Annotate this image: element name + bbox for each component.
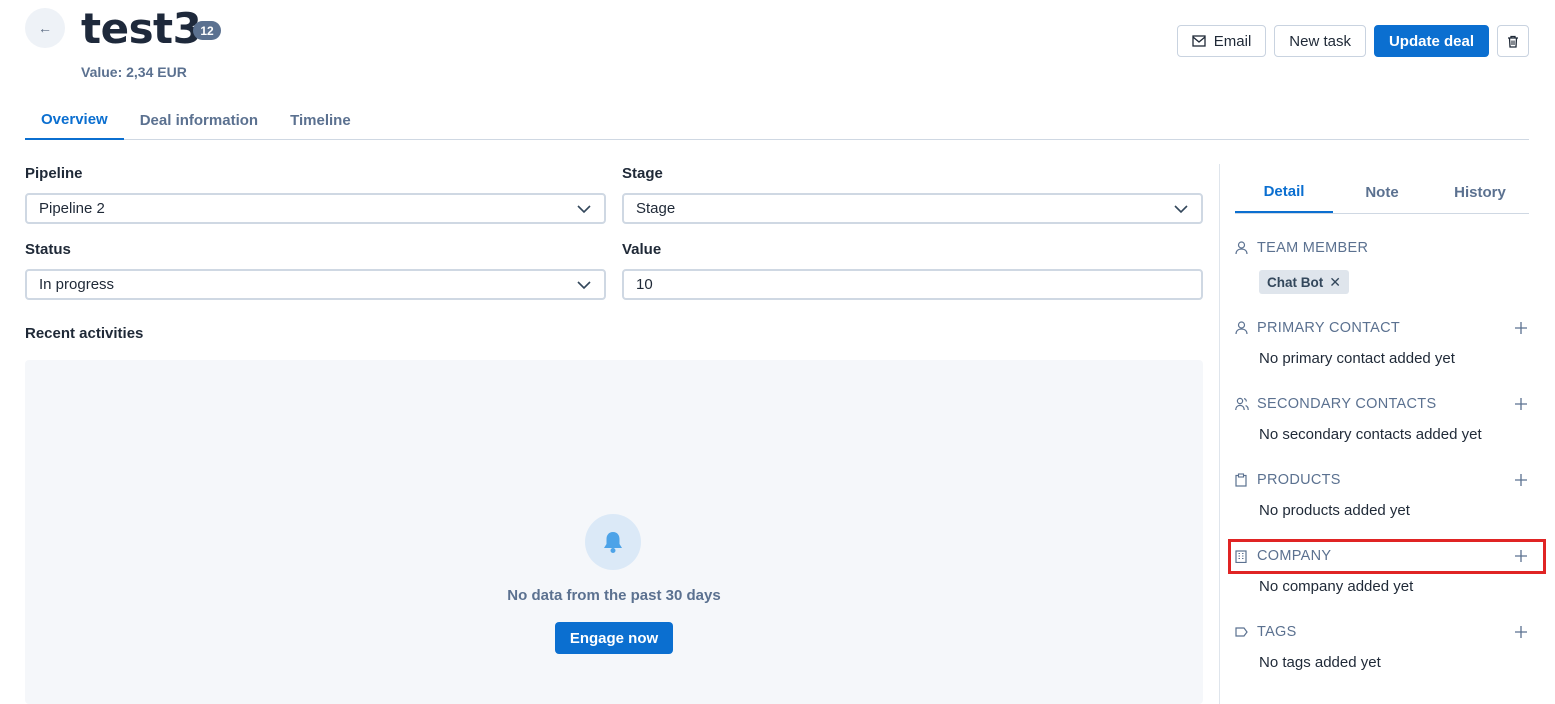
add-secondary-contact-icon[interactable] bbox=[1513, 396, 1529, 412]
tab-timeline[interactable]: Timeline bbox=[274, 100, 367, 140]
tab-overview[interactable]: Overview bbox=[25, 100, 124, 140]
tags-empty: No tags added yet bbox=[1259, 654, 1381, 671]
pipeline-label: Pipeline bbox=[25, 165, 83, 182]
stage-label: Stage bbox=[622, 165, 663, 182]
email-button[interactable]: Email bbox=[1176, 25, 1267, 57]
tag-icon bbox=[1235, 625, 1249, 639]
company-empty: No company added yet bbox=[1259, 578, 1414, 595]
recent-activities-heading: Recent activities bbox=[25, 325, 144, 342]
secondary-contacts-section: SECONDARY CONTACTS bbox=[1235, 394, 1529, 414]
count-badge: 12 bbox=[193, 21, 221, 40]
tab-history[interactable]: History bbox=[1431, 172, 1529, 213]
envelope-icon bbox=[1192, 35, 1206, 47]
primary-contact-title: PRIMARY CONTACT bbox=[1257, 320, 1401, 336]
tab-note[interactable]: Note bbox=[1333, 172, 1431, 213]
chip-label: Chat Bot bbox=[1267, 274, 1324, 290]
pipeline-select[interactable]: Pipeline 2 bbox=[25, 193, 606, 224]
tab-detail[interactable]: Detail bbox=[1235, 172, 1333, 213]
back-button[interactable]: ← bbox=[25, 8, 65, 48]
products-empty: No products added yet bbox=[1259, 502, 1410, 519]
team-member-section: TEAM MEMBER bbox=[1235, 238, 1529, 258]
deal-value: Value: 2,34 EUR bbox=[81, 64, 187, 80]
products-title: PRODUCTS bbox=[1257, 472, 1341, 488]
bell-icon bbox=[585, 514, 641, 570]
primary-contact-section: PRIMARY CONTACT bbox=[1235, 318, 1529, 338]
chevron-down-icon bbox=[1174, 204, 1188, 213]
status-label: Status bbox=[25, 241, 71, 258]
products-section: PRODUCTS bbox=[1235, 470, 1529, 490]
user-icon bbox=[1235, 321, 1249, 335]
engage-now-button[interactable]: Engage now bbox=[555, 622, 673, 654]
tags-section: TAGS bbox=[1235, 622, 1529, 642]
main-tabs: Overview Deal information Timeline bbox=[25, 100, 1529, 140]
new-task-label: New task bbox=[1289, 32, 1351, 50]
arrow-left-icon: ← bbox=[38, 20, 52, 36]
email-button-label: Email bbox=[1213, 32, 1252, 50]
add-tag-icon[interactable] bbox=[1513, 624, 1529, 640]
action-bar: Email New task Update deal bbox=[1176, 25, 1529, 57]
user-icon bbox=[1235, 241, 1249, 255]
pipeline-value: Pipeline 2 bbox=[39, 200, 105, 217]
chevron-down-icon bbox=[577, 280, 591, 289]
update-deal-button[interactable]: Update deal bbox=[1373, 25, 1489, 57]
close-icon[interactable]: ✕ bbox=[1329, 274, 1341, 291]
sidebar-divider bbox=[1219, 164, 1220, 704]
value-input-text: 10 bbox=[636, 276, 653, 293]
chevron-down-icon bbox=[577, 204, 591, 213]
add-primary-contact-icon[interactable] bbox=[1513, 320, 1529, 336]
primary-contact-empty: No primary contact added yet bbox=[1259, 350, 1455, 367]
secondary-contacts-title: SECONDARY CONTACTS bbox=[1257, 396, 1437, 412]
highlight-box bbox=[1228, 539, 1546, 574]
value-input[interactable]: 10 bbox=[622, 269, 1203, 300]
delete-button[interactable] bbox=[1497, 25, 1529, 57]
clipboard-icon bbox=[1235, 473, 1249, 487]
stage-value: Stage bbox=[636, 200, 676, 217]
stage-select[interactable]: Stage bbox=[622, 193, 1203, 224]
team-member-chip: Chat Bot ✕ bbox=[1259, 270, 1349, 294]
status-value: In progress bbox=[39, 276, 115, 293]
status-select[interactable]: In progress bbox=[25, 269, 606, 300]
team-member-title: TEAM MEMBER bbox=[1257, 240, 1369, 256]
secondary-contacts-empty: No secondary contacts added yet bbox=[1259, 426, 1482, 443]
empty-state-text: No data from the past 30 days bbox=[507, 587, 721, 604]
update-deal-label: Update deal bbox=[1388, 32, 1474, 50]
sidebar-tabs: Detail Note History bbox=[1235, 172, 1529, 214]
page-title: test3 bbox=[81, 4, 202, 53]
tags-title: TAGS bbox=[1257, 624, 1297, 640]
tab-deal-information[interactable]: Deal information bbox=[124, 100, 274, 140]
users-icon bbox=[1235, 397, 1249, 411]
value-label: Value bbox=[622, 241, 662, 258]
new-task-button[interactable]: New task bbox=[1274, 25, 1366, 57]
trash-icon bbox=[1508, 35, 1518, 48]
add-product-icon[interactable] bbox=[1513, 472, 1529, 488]
